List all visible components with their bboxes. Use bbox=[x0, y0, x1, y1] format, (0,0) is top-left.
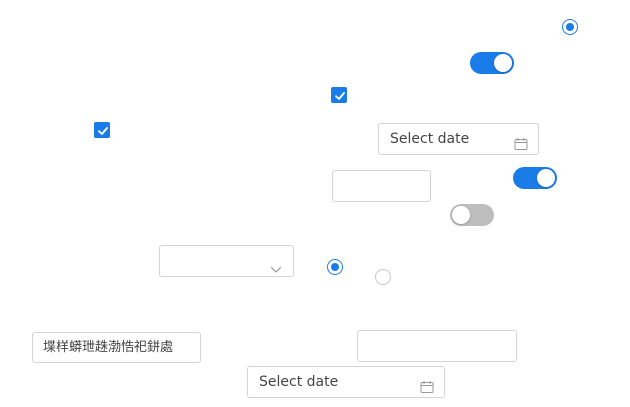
toggle-knob bbox=[537, 169, 555, 187]
chevron-down-icon bbox=[270, 256, 282, 276]
calendar-icon bbox=[420, 375, 434, 397]
toggle-switch-1[interactable] bbox=[470, 52, 514, 74]
select-dropdown[interactable] bbox=[159, 245, 294, 277]
radio-middle-1[interactable] bbox=[327, 259, 343, 275]
toggle-knob bbox=[494, 54, 512, 72]
text-input-2[interactable]: 堞样蟒玴趎渤悎祀鉼處 bbox=[32, 332, 201, 363]
text-input-3[interactable] bbox=[357, 330, 517, 362]
calendar-icon bbox=[514, 132, 528, 154]
checkbox-1[interactable] bbox=[331, 87, 347, 103]
date-picker-1[interactable]: Select date bbox=[378, 123, 539, 155]
toggle-switch-2[interactable] bbox=[513, 167, 557, 189]
toggle-switch-3[interactable] bbox=[450, 204, 494, 226]
radio-middle-2[interactable] bbox=[375, 269, 391, 285]
check-icon bbox=[98, 127, 108, 135]
date-picker-placeholder: Select date bbox=[390, 131, 470, 147]
toggle-knob bbox=[452, 206, 470, 224]
radio-top-right[interactable] bbox=[562, 19, 578, 35]
text-input-1[interactable] bbox=[332, 170, 431, 202]
date-picker-placeholder: Select date bbox=[259, 374, 339, 390]
date-picker-2[interactable]: Select date bbox=[247, 366, 445, 398]
text-input-value: 堞样蟒玴趎渤悎祀鉼處 bbox=[43, 340, 174, 355]
check-icon bbox=[335, 92, 345, 100]
checkbox-2[interactable] bbox=[94, 122, 110, 138]
